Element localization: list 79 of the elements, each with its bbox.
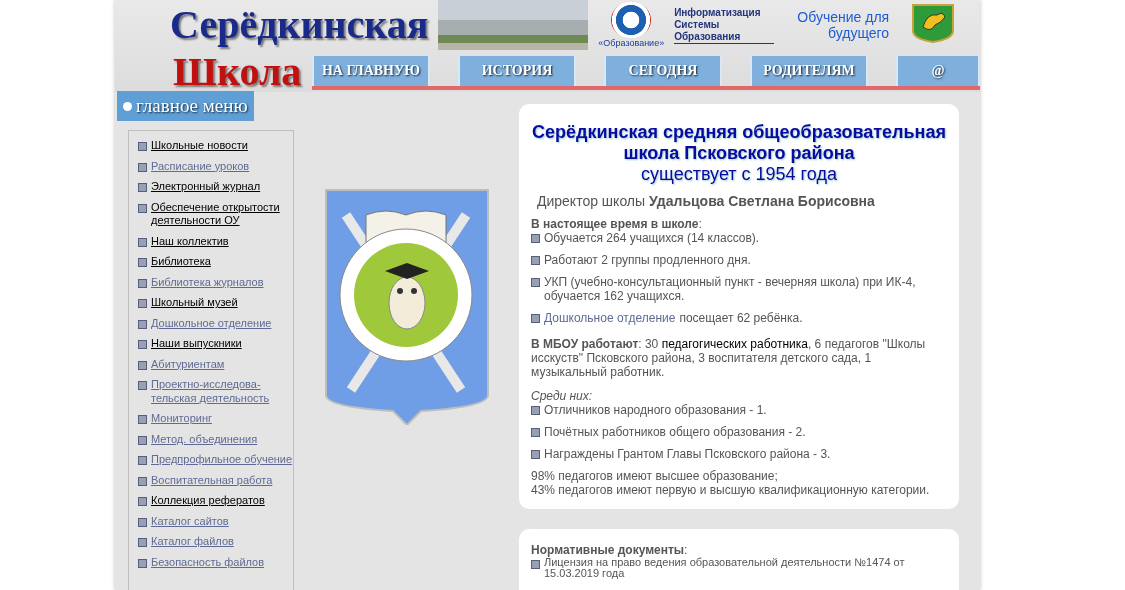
list-text: УКП (учебно-консультационный пункт - вечерняя школа) при ИК-4, обучается 162 учащихся. — [544, 275, 917, 303]
site-subtitle: Школа — [173, 50, 302, 94]
menu-link[interactable]: Наш коллектив — [151, 234, 229, 248]
staff-paragraph: В МБОУ работают: 30 педагогических работника, 6 педагогов "Школы исскуств" Псковского района, 3 воспитателя детского сада, 1 музыкальный работник. — [531, 337, 927, 379]
bullet-icon — [138, 162, 147, 172]
bullet-icon — [531, 406, 540, 415]
bullet-icon — [531, 450, 540, 459]
bullet-icon — [138, 497, 147, 506]
section-heading: В настоящее время в школе: — [531, 217, 703, 231]
menu-link[interactable]: Предпрофильное обучение — [151, 453, 293, 467]
menu-link[interactable]: Электронный журнал — [151, 180, 261, 194]
nav-tab[interactable]: СЕГОДНЯ — [604, 56, 722, 86]
menu-link[interactable]: Школьные новости — [151, 139, 248, 153]
list-text: посещает 62 ребёнка. — [679, 311, 803, 325]
menu-link[interactable]: Коллекция рефератов — [151, 494, 265, 508]
menu-link[interactable]: Проектно-исследова-тельская деятельность — [151, 378, 293, 405]
list-text: Лицензия на право ведения образовательной деятельности №1474 от 15.03.2019 года — [544, 557, 906, 579]
nav-tab[interactable]: РОДИТЕЛЯМ — [750, 56, 868, 86]
menu-link[interactable]: Каталог файлов — [151, 535, 234, 549]
bullet-icon — [138, 517, 147, 527]
bullet-icon — [138, 299, 147, 308]
bullet-icon — [138, 435, 147, 445]
bullet-icon — [138, 476, 147, 486]
bullet-icon — [138, 142, 147, 151]
bullet-icon — [138, 456, 147, 465]
bullet-icon — [138, 319, 147, 329]
logo[interactable]: «Образование» — [598, 2, 665, 48]
bullet-icon — [138, 415, 147, 424]
menu-link[interactable]: Метод. объединения — [151, 432, 258, 446]
section-heading: Нормативные документы: — [531, 543, 689, 557]
menu-heading-text: главное меню — [136, 95, 248, 117]
bullet-icon — [138, 360, 147, 370]
menu-link[interactable]: Воспитательная работа — [151, 473, 273, 487]
menu-link[interactable]: Школьный музей — [151, 296, 238, 310]
bullet-icon — [138, 278, 147, 288]
menu-link[interactable]: Расписание уроков — [151, 159, 250, 173]
menu-link[interactable]: Наши выпускники — [151, 337, 242, 351]
bullet-icon — [531, 314, 540, 323]
menu-link[interactable]: Безопасность файлов — [151, 555, 265, 569]
list-text: Отличников народного образования - 1. — [544, 403, 767, 417]
bullet-icon — [138, 538, 147, 547]
bullet-icon — [531, 256, 540, 265]
bullet-icon — [531, 278, 540, 287]
menu-link[interactable]: Дошкольное отделение — [151, 316, 272, 330]
menu-link[interactable]: Библиотека — [151, 255, 211, 269]
menu-link[interactable]: Библиотека журналов — [151, 275, 264, 289]
nav-tab[interactable]: ИСТОРИЯ — [458, 56, 576, 86]
menu-link[interactable]: Абитуриентам — [151, 357, 225, 371]
bullet-icon — [531, 234, 540, 243]
site-title: Серёдкинская — [170, 1, 429, 49]
list-text: Работают 2 группы продленного дня. — [544, 253, 751, 267]
bullet-icon — [531, 560, 540, 569]
bullet-icon — [138, 558, 147, 568]
bullet-icon — [138, 381, 147, 390]
section-heading: Среди них: — [531, 389, 594, 403]
list-text: Обучается 264 учащихся (14 классов). — [544, 231, 760, 245]
nav-tab[interactable]: НА ГЛАВНУЮ — [312, 56, 430, 86]
link[interactable]: Дошкольное отделение — [544, 311, 676, 325]
bullet-icon — [138, 203, 147, 213]
link[interactable]: педагогических работника — [661, 337, 808, 351]
bullet-icon — [531, 428, 540, 437]
logo[interactable]: Информатизация Системы Образования — [674, 6, 775, 44]
summary-text: 43% педагогов имеют первую и высшую квалификационную категории. — [531, 483, 931, 497]
bullet-icon — [138, 183, 147, 192]
director-text: Директор школы Удальцова Светлана Борисовна — [537, 194, 876, 208]
menu-link[interactable]: Каталог сайтов — [151, 514, 229, 528]
bullet-icon — [138, 340, 147, 349]
menu-link[interactable]: Мониторинг — [151, 412, 212, 426]
founding-year-text: существует с 1954 года — [640, 164, 838, 185]
list-text: Награждены Грантом Главы Псковского района - 3. — [544, 447, 831, 461]
logo[interactable]: Обучение для будущего — [784, 9, 890, 41]
bullet-icon — [123, 101, 132, 111]
nav-tab[interactable]: @ — [896, 56, 980, 86]
bullet-icon — [138, 237, 147, 247]
bullet-icon — [138, 258, 147, 267]
summary-text: 98% педагогов имеют высшее образование; — [531, 469, 779, 483]
coat-of-arms-icon — [911, 3, 956, 43]
list-text: Почётных работников общего образования - 2. — [544, 425, 806, 439]
menu-link[interactable]: Обеспечение открытости деятельности ОУ — [151, 200, 293, 228]
